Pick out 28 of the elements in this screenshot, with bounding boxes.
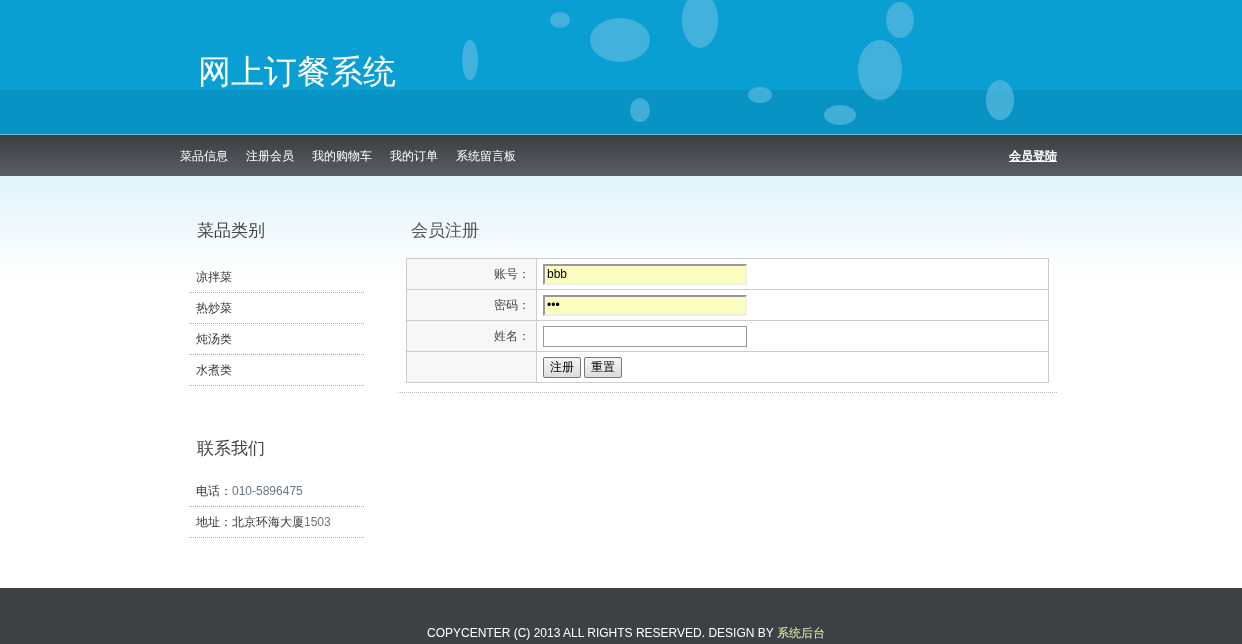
- field-label: 密码：: [494, 297, 530, 314]
- contact-label: 地址：北京环海大厦: [196, 514, 304, 531]
- copyright-text: COPYCENTER (C) 2013 ALL RIGHTS RESERVED. DESIGN BY 系统后台: [427, 625, 825, 642]
- section-title: 菜品类别: [196, 220, 266, 242]
- input-field[interactable]: [543, 325, 747, 347]
- site-title: 网上订餐系统: [198, 51, 396, 93]
- form-title: 会员注册: [410, 220, 480, 242]
- nav-link[interactable]: 我的购物车: [312, 146, 372, 165]
- nav-link[interactable]: 我的订单: [390, 146, 438, 165]
- contact-value: 010-5896475: [232, 483, 303, 500]
- login-link[interactable]: 会员登陆: [1009, 146, 1057, 165]
- form-button[interactable]: 注册: [543, 356, 581, 378]
- contact-value: 1503: [304, 514, 331, 531]
- field-label: 账号：: [494, 266, 530, 283]
- category-link[interactable]: 热炒菜: [196, 299, 232, 317]
- admin-link[interactable]: 系统后台: [776, 626, 825, 640]
- nav-link[interactable]: 注册会员: [246, 146, 294, 165]
- category-link[interactable]: 凉拌菜: [196, 268, 232, 286]
- category-link[interactable]: 炖汤类: [196, 330, 232, 348]
- form-button[interactable]: 重置: [584, 356, 622, 378]
- contact-label: 电话：: [196, 483, 232, 500]
- field-label: 姓名：: [494, 328, 530, 345]
- input-field[interactable]: bbb: [543, 263, 747, 285]
- category-link[interactable]: 水煮类: [196, 361, 232, 379]
- section-title: 联系我们: [196, 438, 266, 460]
- nav-link[interactable]: 系统留言板: [456, 146, 516, 165]
- nav-link[interactable]: 菜品信息: [180, 146, 228, 165]
- input-field[interactable]: •••: [543, 294, 747, 316]
